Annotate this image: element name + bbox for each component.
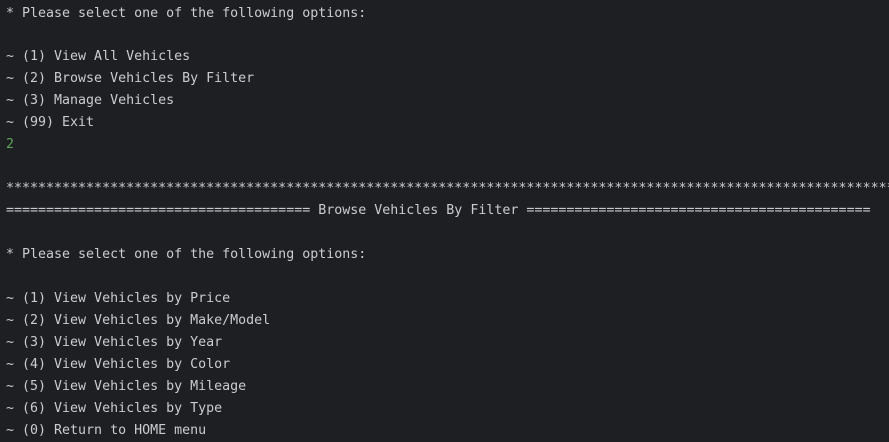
user-input-line: 2 [6,137,15,152]
filter-option-price: ~ (1) View Vehicles by Price [6,291,231,306]
home-option-view-all: ~ (1) View All Vehicles [6,49,191,64]
banner-title: ====================================== B… [6,203,871,218]
filter-option-mileage: ~ (5) View Vehicles by Mileage [6,379,247,394]
filter-option-make-model: ~ (2) View Vehicles by Make/Model [6,313,271,328]
banner-stars: ****************************************… [6,181,889,196]
home-option-manage-vehicles: ~ (3) Manage Vehicles [6,93,175,108]
home-option-browse-by-filter: ~ (2) Browse Vehicles By Filter [6,71,255,86]
home-menu-prompt: * Please select one of the following opt… [6,6,367,21]
filter-option-return-home: ~ (0) Return to HOME menu [6,423,207,438]
filter-option-type: ~ (6) View Vehicles by Type [6,401,223,416]
console-output: * Please select one of the following opt… [0,0,889,442]
filter-menu-prompt: * Please select one of the following opt… [6,247,367,262]
filter-option-year: ~ (3) View Vehicles by Year [6,335,223,350]
home-option-exit: ~ (99) Exit [6,115,95,130]
filter-option-color: ~ (4) View Vehicles by Color [6,357,231,372]
